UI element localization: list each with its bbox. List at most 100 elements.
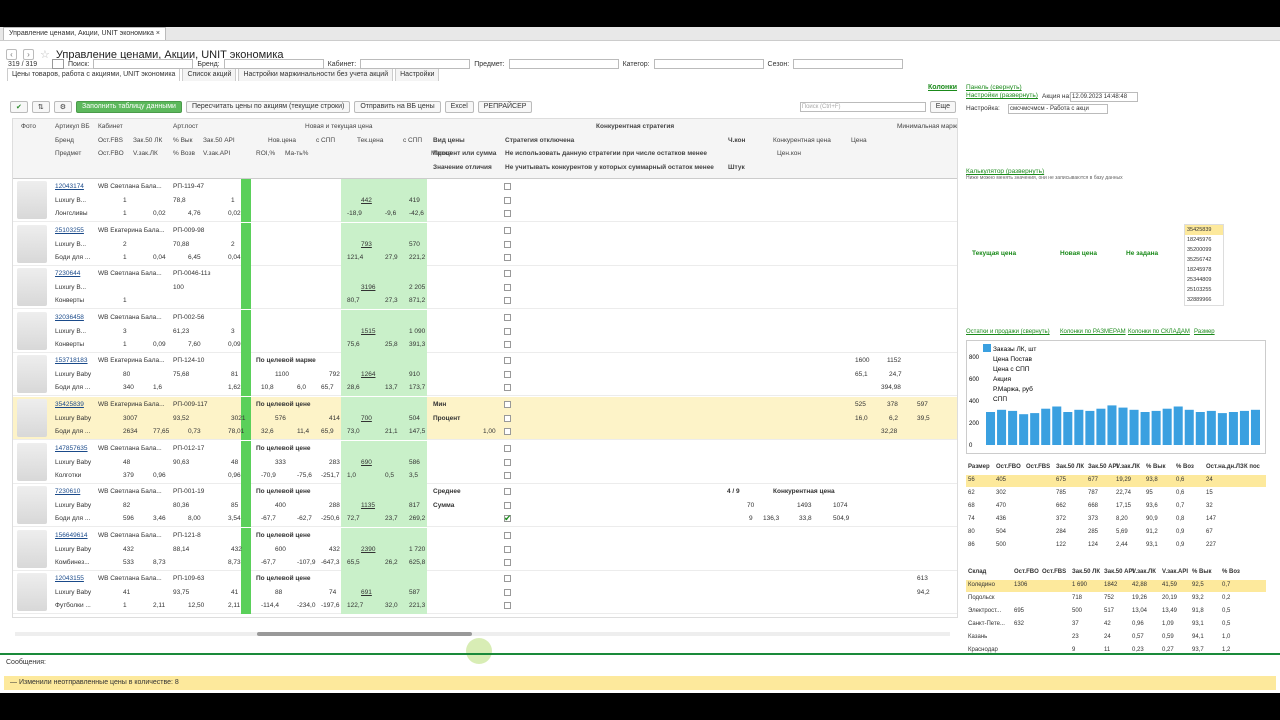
table-header[interactable]: К пос xyxy=(1244,464,1260,470)
razm-link[interactable]: Размер xyxy=(1194,329,1215,335)
header-comp_price[interactable]: Конкурентная цена xyxy=(773,137,831,144)
brand-select[interactable] xyxy=(223,59,324,69)
strategy-checkbox[interactable] xyxy=(504,471,511,479)
header-roi[interactable]: ROI,% xyxy=(256,150,275,157)
close-icon[interactable]: × xyxy=(156,30,160,37)
table-header[interactable]: Размер xyxy=(968,464,990,470)
table-row[interactable]: 156649614 WB Светлана Бала... РП-121-8 Luxu… xyxy=(13,527,957,571)
table-header[interactable]: Ост.FBO xyxy=(996,464,1021,470)
table-row[interactable]: 56 405 675 677 19,29 93,8 0,6 24 xyxy=(966,475,1266,487)
table-row[interactable]: Коледино 1306 1 690 1842 42,88 41,59 92,5 0,7 xyxy=(966,580,1266,592)
cabinet-select[interactable] xyxy=(360,59,471,69)
header-artpost[interactable]: Арт.пост xyxy=(173,123,198,130)
strategy-checkbox[interactable] xyxy=(504,371,511,379)
more-button[interactable]: Еще xyxy=(929,101,956,113)
strategy-checkbox[interactable] xyxy=(504,226,511,234)
header-cur_price[interactable]: Тек.цена xyxy=(357,137,383,144)
header-subject[interactable]: Предмет xyxy=(55,150,81,157)
table-row[interactable]: Подольск 718 752 19,26 20,19 93,2 0,2 xyxy=(966,593,1266,605)
table-header[interactable]: % Вык xyxy=(1192,569,1211,575)
strategy-checkbox[interactable] xyxy=(504,357,511,365)
table-row[interactable]: 80 504 284 285 5,69 91,2 0,9 67 xyxy=(966,527,1266,539)
table-row[interactable]: 7230610 WB Светлана Бала... РП-001-19 Luxur… xyxy=(13,484,957,528)
article-list-item[interactable]: 35200099 xyxy=(1185,245,1223,255)
table-header[interactable]: % Воз xyxy=(1222,569,1240,575)
table-row[interactable]: 68 470 662 668 17,15 93,6 0,7 32 xyxy=(966,501,1266,513)
product-thumbnail[interactable] xyxy=(17,573,47,612)
header-pct_or_sum[interactable]: Процент или сумма xyxy=(433,150,496,157)
setting-select[interactable]: смсчмсчмсм - Работа с акци xyxy=(1008,104,1108,114)
table-row[interactable]: 62 302 785 787 22,74 95 0,6 15 xyxy=(966,488,1266,500)
header-vzakapi[interactable]: V.зак.API xyxy=(203,150,230,157)
by-size-link[interactable]: Колонки по РАЗМЕРАМ xyxy=(1060,329,1126,335)
header-brand[interactable]: Бренд xyxy=(55,137,74,144)
strategy-checkbox[interactable] xyxy=(504,444,511,452)
header-new_price[interactable]: Нов.цена xyxy=(268,137,296,144)
table-header[interactable]: Ост.FBO xyxy=(1014,569,1039,575)
strategy-checkbox[interactable] xyxy=(504,589,511,597)
strategy-checkbox[interactable] xyxy=(504,297,511,305)
strategy-checkbox[interactable] xyxy=(504,210,511,217)
table-row[interactable]: 35425839 WB Екатерина Бала... РП-009-117 Lu… xyxy=(13,397,957,440)
strategy-checkbox[interactable] xyxy=(504,270,511,278)
send-prices-button[interactable]: Отправить на ВБ цены xyxy=(354,101,441,113)
fill-table-button[interactable]: Заполнить таблицу данными xyxy=(76,101,182,113)
header-pct_buy[interactable]: % Вык xyxy=(173,137,192,144)
article-list-item[interactable]: 35256742 xyxy=(1185,255,1223,265)
recalc-button[interactable]: Пересчитать цены по акциям (текущие стро… xyxy=(185,101,351,113)
strategy-checkbox[interactable] xyxy=(504,558,511,566)
header-vzak[interactable]: V.зак.ЛК xyxy=(133,150,158,157)
season-select[interactable] xyxy=(793,59,904,69)
table-row[interactable]: 7230644 WB Светлана Бала... РП-0046-11з Lux… xyxy=(13,266,957,310)
header-comp[interactable]: Конкурентная стратегия xyxy=(596,123,674,130)
promo-date-input[interactable]: 12.09.2023 14:48:48 xyxy=(1070,92,1138,102)
product-thumbnail[interactable] xyxy=(17,181,47,219)
table-row[interactable]: 74 436 372 373 8,20 90,9 0,8 147 xyxy=(966,514,1266,526)
collapse-icon[interactable]: — xyxy=(10,679,19,686)
header-zak50api[interactable]: Зак.50 API xyxy=(203,137,235,144)
header-spp[interactable]: с СПП xyxy=(316,137,335,144)
strategy-checkbox[interactable] xyxy=(504,401,511,408)
strategy-checkbox[interactable] xyxy=(504,197,511,204)
table-row[interactable]: 25103255 WB Екатерина Бала... РП-009-98 Lux… xyxy=(13,222,957,266)
by-wh-link[interactable]: Колонки по СКЛАДАМ xyxy=(1128,329,1190,335)
header-price_kind[interactable]: Вид цены xyxy=(433,137,465,144)
article-list-item[interactable]: 18245978 xyxy=(1185,265,1223,275)
header-price[interactable]: Цена xyxy=(851,137,867,144)
header-spp2[interactable]: с СПП xyxy=(403,137,422,144)
columns-link[interactable]: Колонки xyxy=(928,84,957,91)
header-no_comp[interactable]: Не учитывать конкурентов у которых сумма… xyxy=(505,164,714,171)
product-thumbnail[interactable] xyxy=(17,268,47,307)
header-strat_off[interactable]: Стратегия отключена xyxy=(505,137,574,144)
table-header[interactable]: V.зак.ЛК xyxy=(1116,464,1140,470)
table-row[interactable]: Электрост... 695 500 517 13,04 13,49 91,8 0,5 xyxy=(966,606,1266,618)
excel-button[interactable]: Excel xyxy=(444,101,474,113)
table-header[interactable]: V.зак.ЛК xyxy=(1132,569,1156,575)
strategy-checkbox[interactable] xyxy=(504,384,511,392)
product-thumbnail[interactable] xyxy=(17,529,47,568)
product-thumbnail[interactable] xyxy=(17,486,47,525)
article-list-item[interactable]: 25344809 xyxy=(1185,275,1223,285)
table-header[interactable]: Ост.FBS xyxy=(1026,464,1050,470)
header-val[interactable]: Значение отличия xyxy=(433,164,492,171)
strategy-checkbox[interactable] xyxy=(504,327,511,335)
table-header[interactable]: Ост.на.дн.ЛЗ xyxy=(1206,464,1244,470)
product-thumbnail[interactable] xyxy=(17,355,47,394)
header-ostfbo[interactable]: Ост.FBO xyxy=(98,150,124,157)
strategy-checkbox[interactable] xyxy=(504,284,511,292)
strategy-checkbox[interactable] xyxy=(504,458,511,466)
calc-link[interactable]: Калькулятор (развернуть) xyxy=(966,168,1044,175)
strategy-checkbox[interactable] xyxy=(504,183,511,190)
header-no_use[interactable]: Не использовать данную стратегии при чис… xyxy=(505,150,707,157)
table-row[interactable]: 86 500 122 124 2,44 93,1 0,9 227 xyxy=(966,540,1266,552)
strategy-checkbox[interactable] xyxy=(504,415,511,422)
table-row[interactable]: Казань 23 24 0,57 0,59 94,1 1,0 xyxy=(966,632,1266,644)
article-list-item[interactable]: 25103255 xyxy=(1185,285,1223,295)
confirm-icon[interactable]: ✔ xyxy=(10,101,28,113)
strategy-checkbox[interactable] xyxy=(504,253,511,261)
window-tab[interactable]: Управление ценами, Акции, UNIT экономика… xyxy=(3,27,166,40)
article-list-item[interactable]: 18245976 xyxy=(1185,235,1223,245)
horizontal-scrollbar[interactable] xyxy=(15,632,950,636)
strategy-checkbox[interactable] xyxy=(504,545,511,553)
table-row[interactable]: 153718183 WB Екатерина Бала... РП-124-10 Lu… xyxy=(13,353,957,397)
